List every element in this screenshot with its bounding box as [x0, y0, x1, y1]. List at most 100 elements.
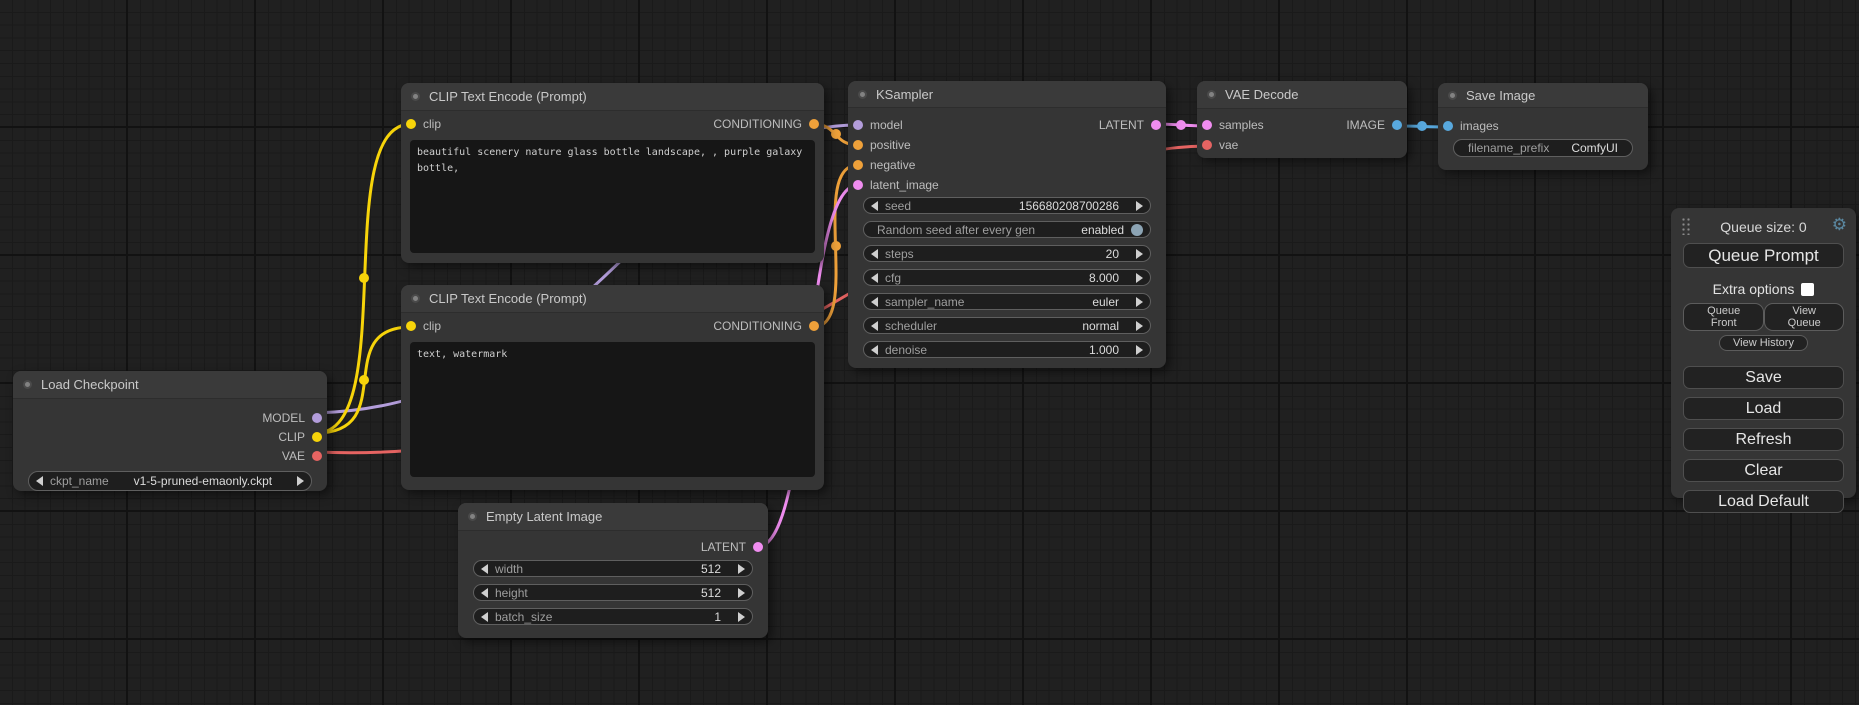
widget-random-seed-toggle[interactable]: Random seed after every gen enabled	[863, 221, 1151, 238]
node-load-checkpoint[interactable]: Load Checkpoint MODEL CLIP VAE ckpt_name…	[13, 371, 327, 491]
positive-input-slot-icon[interactable]	[853, 140, 863, 150]
link-midpoint-dot	[831, 129, 841, 139]
load-default-button[interactable]: Load Default	[1683, 490, 1844, 513]
node-header[interactable]: KSampler	[848, 81, 1166, 108]
samples-input-slot-icon[interactable]	[1202, 120, 1212, 130]
widget-width[interactable]: width 512	[473, 560, 753, 577]
widget-denoise[interactable]: denoise 1.000	[863, 341, 1151, 358]
node-clip-text-encode-negative[interactable]: CLIP Text Encode (Prompt) clip CONDITION…	[401, 285, 824, 490]
latent-image-input-slot-icon[interactable]	[853, 180, 863, 190]
node-empty-latent-image[interactable]: Empty Latent Image LATENT width 512 heig…	[458, 503, 768, 638]
collapse-dot-icon[interactable]	[1207, 90, 1216, 99]
increment-arrow-icon[interactable]	[1136, 297, 1143, 307]
node-header[interactable]: VAE Decode	[1197, 81, 1407, 109]
load-button[interactable]: Load	[1683, 397, 1844, 420]
decrement-arrow-icon[interactable]	[36, 476, 43, 486]
decrement-arrow-icon[interactable]	[871, 345, 878, 355]
toggle-dot-icon[interactable]	[1131, 224, 1143, 236]
widget-label: height	[495, 586, 528, 600]
clip-input-slot-icon[interactable]	[406, 119, 416, 129]
widget-filename-prefix[interactable]: filename_prefix ComfyUI	[1453, 139, 1633, 157]
widget-cfg[interactable]: cfg 8.000	[863, 269, 1151, 286]
prompt-textarea[interactable]: beautiful scenery nature glass bottle la…	[410, 140, 815, 253]
node-header[interactable]: Load Checkpoint	[13, 371, 327, 399]
increment-arrow-icon[interactable]	[738, 612, 745, 622]
increment-arrow-icon[interactable]	[297, 476, 304, 486]
widget-value: ComfyUI	[1571, 141, 1618, 155]
widget-label: denoise	[885, 343, 927, 357]
collapse-dot-icon[interactable]	[411, 92, 420, 101]
view-queue-button[interactable]: View Queue	[1764, 303, 1844, 331]
collapse-dot-icon[interactable]	[23, 380, 32, 389]
collapse-dot-icon[interactable]	[1448, 91, 1457, 100]
queue-prompt-button[interactable]: Queue Prompt	[1683, 243, 1844, 268]
widget-sampler-name[interactable]: sampler_name euler	[863, 293, 1151, 310]
increment-arrow-icon[interactable]	[738, 588, 745, 598]
slot-label: samples	[1219, 118, 1264, 132]
widget-steps[interactable]: steps 20	[863, 245, 1151, 262]
images-input-slot-icon[interactable]	[1443, 121, 1453, 131]
node-header[interactable]: Save Image	[1438, 83, 1648, 108]
decrement-arrow-icon[interactable]	[871, 273, 878, 283]
clip-input-slot-icon[interactable]	[406, 321, 416, 331]
extra-options-checkbox[interactable]	[1801, 283, 1814, 296]
widget-scheduler[interactable]: scheduler normal	[863, 317, 1151, 334]
node-clip-text-encode-positive[interactable]: CLIP Text Encode (Prompt) clip CONDITION…	[401, 83, 824, 263]
model-output-slot-icon[interactable]	[312, 413, 322, 423]
widget-label: steps	[885, 247, 914, 261]
refresh-button[interactable]: Refresh	[1683, 428, 1844, 451]
slot-label: positive	[870, 138, 911, 152]
decrement-arrow-icon[interactable]	[871, 249, 878, 259]
widget-seed[interactable]: seed 156680208700286	[863, 197, 1151, 214]
decrement-arrow-icon[interactable]	[871, 321, 878, 331]
collapse-dot-icon[interactable]	[411, 294, 420, 303]
link-midpoint-dot	[359, 273, 369, 283]
clip-output-slot-icon[interactable]	[312, 432, 322, 442]
decrement-arrow-icon[interactable]	[481, 564, 488, 574]
slot-label: CONDITIONING	[713, 117, 802, 131]
decrement-arrow-icon[interactable]	[871, 297, 878, 307]
vae-output-slot-icon[interactable]	[312, 451, 322, 461]
queue-front-button[interactable]: Queue Front	[1683, 303, 1764, 331]
decrement-arrow-icon[interactable]	[481, 612, 488, 622]
collapse-dot-icon[interactable]	[468, 512, 477, 521]
node-header[interactable]: Empty Latent Image	[458, 503, 768, 531]
decrement-arrow-icon[interactable]	[871, 201, 878, 211]
widget-value: 512	[701, 562, 731, 576]
vae-input-slot-icon[interactable]	[1202, 140, 1212, 150]
increment-arrow-icon[interactable]	[1136, 321, 1143, 331]
widget-height[interactable]: height 512	[473, 584, 753, 601]
widget-ckpt-name[interactable]: ckpt_name v1-5-pruned-emaonly.ckpt	[28, 471, 312, 491]
widget-label: scheduler	[885, 319, 937, 333]
link-midpoint-dot	[1176, 120, 1186, 130]
latent-output-slot-icon[interactable]	[1151, 120, 1161, 130]
latent-output-slot-icon[interactable]	[753, 542, 763, 552]
gear-icon[interactable]: ⚙	[1832, 215, 1847, 235]
collapse-dot-icon[interactable]	[858, 90, 867, 99]
increment-arrow-icon[interactable]	[1136, 273, 1143, 283]
increment-arrow-icon[interactable]	[1136, 201, 1143, 211]
drag-handle-icon[interactable]	[1681, 217, 1692, 235]
node-vae-decode[interactable]: VAE Decode samples IMAGE vae	[1197, 81, 1407, 158]
widget-batch-size[interactable]: batch_size 1	[473, 608, 753, 625]
conditioning-output-slot-icon[interactable]	[809, 119, 819, 129]
image-output-slot-icon[interactable]	[1392, 120, 1402, 130]
increment-arrow-icon[interactable]	[738, 564, 745, 574]
widget-value: enabled	[1081, 223, 1124, 237]
node-header[interactable]: CLIP Text Encode (Prompt)	[401, 285, 824, 313]
widget-value: 8.000	[1089, 271, 1129, 285]
node-save-image[interactable]: Save Image images filename_prefix ComfyU…	[1438, 83, 1648, 170]
clear-button[interactable]: Clear	[1683, 459, 1844, 482]
conditioning-output-slot-icon[interactable]	[809, 321, 819, 331]
node-ksampler[interactable]: KSampler model LATENT positive negative …	[848, 81, 1166, 368]
prompt-textarea[interactable]: text, watermark	[410, 342, 815, 477]
view-history-button[interactable]: View History	[1719, 335, 1808, 351]
increment-arrow-icon[interactable]	[1136, 249, 1143, 259]
node-header[interactable]: CLIP Text Encode (Prompt)	[401, 83, 824, 111]
negative-input-slot-icon[interactable]	[853, 160, 863, 170]
increment-arrow-icon[interactable]	[1136, 345, 1143, 355]
slot-label: LATENT	[701, 540, 746, 554]
decrement-arrow-icon[interactable]	[481, 588, 488, 598]
model-input-slot-icon[interactable]	[853, 120, 863, 130]
save-button[interactable]: Save	[1683, 366, 1844, 389]
